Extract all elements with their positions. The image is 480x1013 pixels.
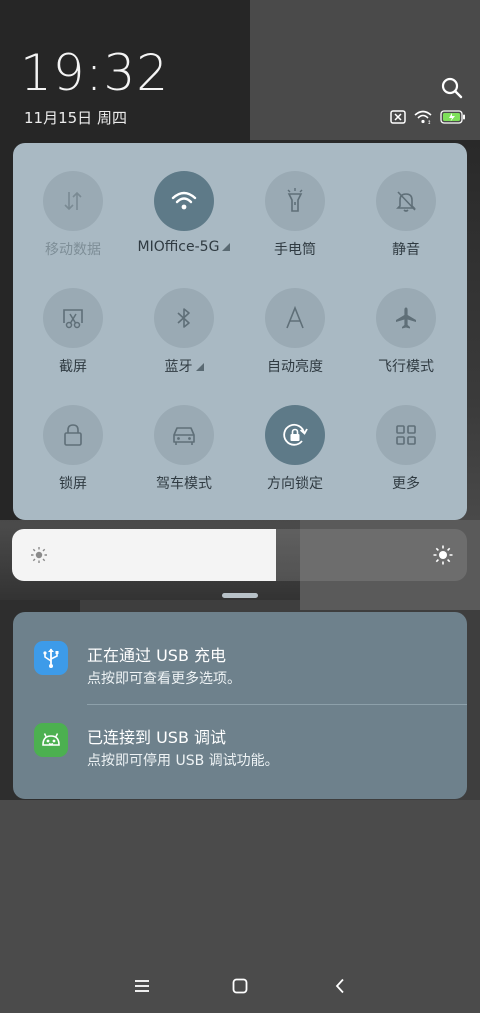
lock-icon xyxy=(43,405,103,465)
bluetooth-label: 蓝牙 xyxy=(164,359,193,375)
battery-charging-icon xyxy=(440,110,465,124)
no-sim-icon xyxy=(390,110,406,124)
wifi-icon xyxy=(154,171,214,231)
tile-label: 更多 xyxy=(392,476,420,492)
tile-label: 截屏 xyxy=(59,359,87,375)
flashlight-icon xyxy=(265,171,325,231)
status-icons: ↕ xyxy=(390,110,466,124)
notification-title: 已连接到 USB 调试 xyxy=(87,728,227,747)
bluetooth-icon xyxy=(154,288,214,348)
tile-bluetooth[interactable]: 蓝牙 xyxy=(134,288,234,376)
expand-icon[interactable] xyxy=(195,363,204,371)
brightness-low-icon xyxy=(31,547,47,563)
drag-handle[interactable] xyxy=(222,593,258,598)
notification-usb-debugging[interactable]: 已连接到 USB 调试 点按即可停用 USB 调试功能。 xyxy=(13,708,467,788)
grid-icon xyxy=(376,405,436,465)
quick-settings-panel: 移动数据 MIOffice-5G 手电筒 静音 截屏 蓝牙 自动亮度 飞行模式 … xyxy=(13,143,467,520)
menu-icon[interactable] xyxy=(130,974,154,998)
expand-icon[interactable] xyxy=(222,243,231,251)
svg-text:↕: ↕ xyxy=(427,120,431,124)
tile-label: 静音 xyxy=(392,242,420,258)
tile-wifi[interactable]: MIOffice-5G xyxy=(134,171,234,255)
notification-panel: 正在通过 USB 充电 点按即可查看更多选项。 已连接到 USB 调试 点按即可… xyxy=(13,612,467,799)
tile-rotation-lock[interactable]: 方向锁定 xyxy=(245,405,345,493)
airplane-icon xyxy=(376,288,436,348)
android-icon xyxy=(34,723,68,757)
rotation-lock-icon xyxy=(265,405,325,465)
tile-screenshot[interactable]: 截屏 xyxy=(23,288,123,376)
tile-label: 蓝牙 xyxy=(134,356,234,376)
tile-label: MIOffice-5G xyxy=(134,239,234,255)
brightness-slider[interactable] xyxy=(12,529,467,581)
date: 11月15日 周四 xyxy=(24,109,127,127)
brightness-high-icon xyxy=(433,545,453,565)
clock: 19:32 xyxy=(20,44,170,102)
tile-label: 移动数据 xyxy=(45,242,101,258)
tile-driving-mode[interactable]: 驾车模式 xyxy=(134,405,234,493)
tile-label: 驾车模式 xyxy=(156,476,212,492)
notification-body: 点按即可查看更多选项。 xyxy=(87,671,241,687)
auto-brightness-icon xyxy=(265,288,325,348)
tile-label: 方向锁定 xyxy=(267,476,323,492)
notification-usb-charging[interactable]: 正在通过 USB 充电 点按即可查看更多选项。 xyxy=(13,626,467,706)
navigation-bar xyxy=(0,960,480,1010)
tile-label: 自动亮度 xyxy=(267,359,323,375)
tile-airplane[interactable]: 飞行模式 xyxy=(356,288,456,376)
tile-more[interactable]: 更多 xyxy=(356,405,456,493)
brightness-fill xyxy=(12,529,276,581)
tile-label: 飞行模式 xyxy=(378,359,434,375)
usb-icon xyxy=(34,641,68,675)
tile-lock-screen[interactable]: 锁屏 xyxy=(23,405,123,493)
wifi-status-icon: ↕ xyxy=(414,110,432,124)
screenshot-icon xyxy=(43,288,103,348)
tile-mobile-data[interactable]: 移动数据 xyxy=(23,171,123,259)
home-icon[interactable] xyxy=(228,974,252,998)
car-icon xyxy=(154,405,214,465)
tile-silent[interactable]: 静音 xyxy=(356,171,456,259)
search-icon[interactable] xyxy=(440,76,464,100)
wifi-label: MIOffice-5G xyxy=(137,239,220,255)
tile-auto-brightness[interactable]: 自动亮度 xyxy=(245,288,345,376)
tile-label: 锁屏 xyxy=(59,476,87,492)
notification-body: 点按即可停用 USB 调试功能。 xyxy=(87,753,279,769)
bell-off-icon xyxy=(376,171,436,231)
tile-flashlight[interactable]: 手电筒 xyxy=(245,171,345,259)
back-icon[interactable] xyxy=(328,974,352,998)
notification-divider xyxy=(87,704,467,705)
tile-label: 手电筒 xyxy=(274,242,316,258)
notification-title: 正在通过 USB 充电 xyxy=(87,646,227,665)
mobile-data-icon xyxy=(43,171,103,231)
